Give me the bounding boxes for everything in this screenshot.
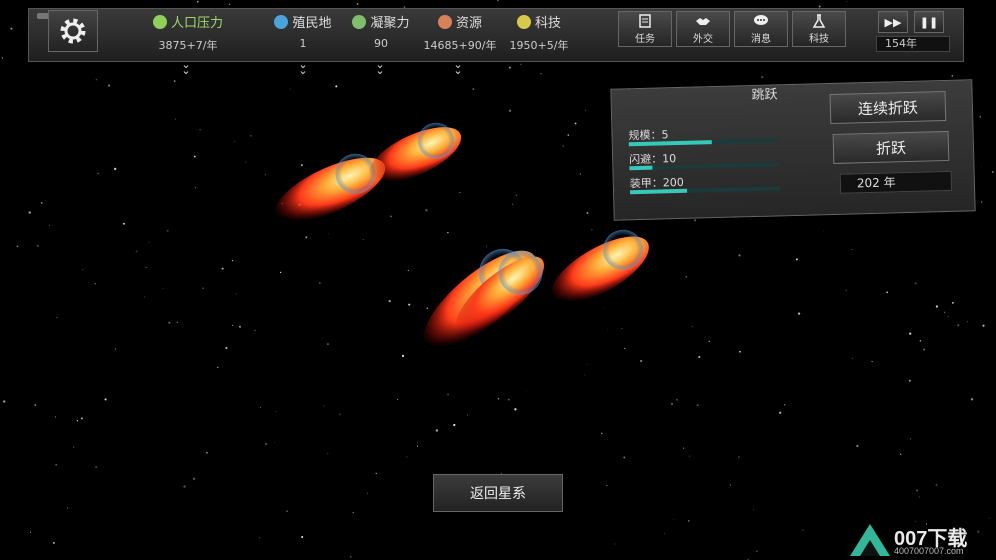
stat-label: 凝聚力 — [370, 16, 410, 31]
resource-icon — [437, 14, 452, 29]
button-label: 科技 — [809, 33, 829, 45]
chat-bubble-icon — [754, 14, 768, 25]
clipboard-icon — [639, 13, 651, 28]
settings-button[interactable] — [48, 10, 98, 52]
fast-forward-icon: ▶▶ — [884, 15, 902, 29]
stat-label: 科技 — [534, 16, 561, 31]
stat-population[interactable]: 人口压力 3875+7/年 — [148, 12, 228, 58]
chevron-down-icon[interactable]: ⌄ ⌄ — [178, 59, 194, 76]
stat-value: 90 — [374, 37, 388, 50]
stat-label: 人口压力 — [170, 16, 223, 31]
ship-fleet[interactable] — [265, 114, 658, 365]
stat-value: 1950+5/年 — [509, 39, 569, 52]
pause-icon: ❚❚ — [919, 15, 939, 29]
button-label: 消息 — [751, 33, 771, 45]
tasks-button[interactable]: 任务 — [618, 11, 672, 47]
fast-forward-button[interactable]: ▶▶ — [878, 11, 908, 33]
stat-value: 1 — [299, 37, 307, 50]
population-icon — [152, 14, 167, 29]
button-label: 外交 — [693, 33, 713, 45]
pause-button[interactable]: ❚❚ — [914, 11, 944, 33]
flask-icon — [812, 13, 826, 28]
chevron-down-icon[interactable]: ⌄ ⌄ — [295, 59, 311, 76]
stat-value: 14685+90/年 — [423, 39, 497, 52]
current-year: 154年 — [876, 36, 950, 52]
continuous-warp-button[interactable]: 连续折跃 — [829, 90, 947, 125]
warp-panel: 跳跃 规模：5 闪避：10 装甲：200 连续折跃 折跃 202 年 — [610, 79, 976, 221]
gear-icon — [60, 18, 86, 44]
stat-cohesion[interactable]: 凝聚力 90 — [346, 12, 416, 58]
stat-label: 殖民地 — [292, 16, 332, 31]
warp-year: 202 年 — [839, 170, 953, 194]
tech-icon — [516, 14, 531, 29]
tech-button[interactable]: 科技 — [792, 11, 846, 47]
chevron-down-icon[interactable]: ⌄ ⌄ — [372, 59, 388, 76]
stat-value: 3875+7/年 — [158, 39, 218, 52]
stat-colonies[interactable]: 殖民地 1 — [268, 12, 338, 58]
cohesion-icon — [352, 14, 367, 29]
chevron-down-icon[interactable]: ⌄ ⌄ — [450, 59, 466, 76]
stat-label: 资源 — [455, 16, 482, 31]
stat-tech[interactable]: 科技 1950+5/年 — [504, 12, 574, 58]
stat-resources[interactable]: 资源 14685+90/年 — [420, 12, 500, 58]
warp-button[interactable]: 折跃 — [832, 130, 950, 164]
return-to-galaxy-button[interactable]: 返回星系 — [433, 474, 563, 512]
colony-icon — [274, 14, 289, 29]
button-label: 任务 — [635, 33, 655, 45]
handshake-icon — [696, 17, 710, 25]
watermark-url: 4007007007.com — [894, 546, 964, 556]
diplomacy-button[interactable]: 外交 — [676, 11, 730, 47]
warp-title: 跳跃 — [751, 87, 778, 104]
messages-button[interactable]: 消息 — [734, 11, 788, 47]
